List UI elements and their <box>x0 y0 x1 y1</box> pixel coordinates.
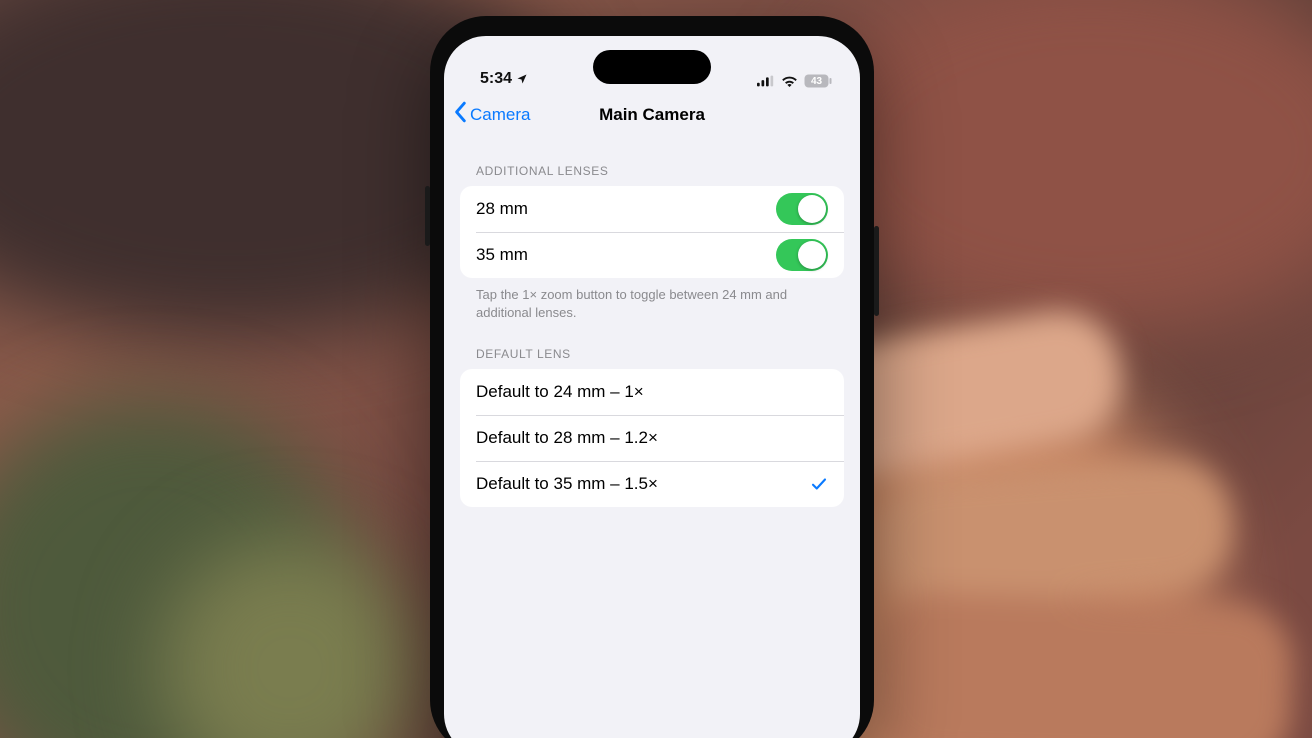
back-button[interactable]: Camera <box>454 92 530 137</box>
battery-icon: 43 <box>804 74 832 88</box>
status-time: 5:34 <box>480 70 512 88</box>
wifi-icon <box>781 75 798 87</box>
page-title: Main Camera <box>599 105 705 125</box>
section-header-additional-lenses: ADDITIONAL LENSES <box>460 138 844 186</box>
row-default-28mm[interactable]: Default to 28 mm – 1.2× <box>460 415 844 461</box>
toggle-35mm[interactable] <box>776 239 828 271</box>
group-additional-lenses: 28 mm 35 mm <box>460 186 844 278</box>
dynamic-island <box>593 50 711 84</box>
row-label: Default to 28 mm – 1.2× <box>476 428 658 448</box>
row-label: 35 mm <box>476 245 528 265</box>
checkmark-icon <box>810 475 828 493</box>
section-header-default-lens: DEFAULT LENS <box>460 321 844 369</box>
back-label: Camera <box>470 105 530 125</box>
row-label: 28 mm <box>476 199 528 219</box>
iphone-frame: 5:34 <box>430 16 874 738</box>
group-default-lens: Default to 24 mm – 1× Default to 28 mm –… <box>460 369 844 507</box>
section-footer-additional-lenses: Tap the 1× zoom button to toggle between… <box>460 278 844 321</box>
battery-percent: 43 <box>804 76 829 87</box>
row-35mm: 35 mm <box>460 232 844 278</box>
row-28mm: 28 mm <box>460 186 844 232</box>
navigation-bar: Camera Main Camera <box>444 92 860 138</box>
row-default-24mm[interactable]: Default to 24 mm – 1× <box>460 369 844 415</box>
iphone-screen: 5:34 <box>444 36 860 738</box>
row-default-35mm[interactable]: Default to 35 mm – 1.5× <box>460 461 844 507</box>
chevron-left-icon <box>454 101 468 128</box>
location-services-icon <box>516 73 528 85</box>
row-label: Default to 35 mm – 1.5× <box>476 474 658 494</box>
row-label: Default to 24 mm – 1× <box>476 382 644 402</box>
cellular-signal-icon <box>757 75 775 87</box>
toggle-28mm[interactable] <box>776 193 828 225</box>
settings-content: ADDITIONAL LENSES 28 mm 35 mm Tap the 1×… <box>444 138 860 507</box>
